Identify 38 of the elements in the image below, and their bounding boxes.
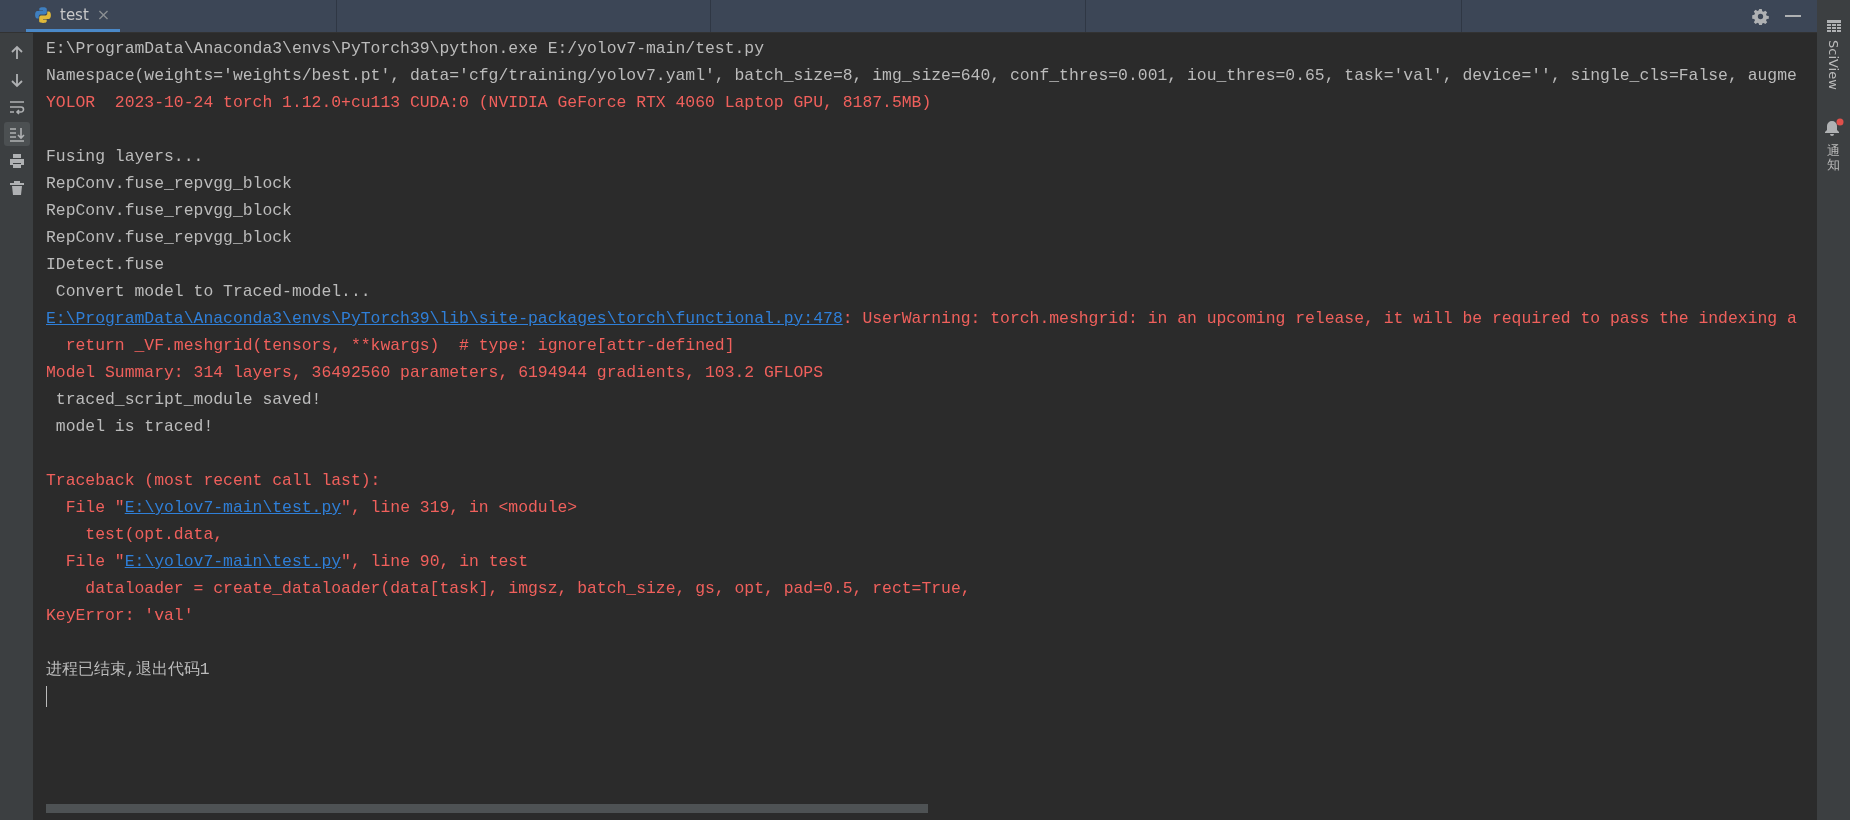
output-text: RepConv.fuse_repvgg_block [46,228,292,247]
error-text: dataloader = create_dataloader(data[task], imgsz, batch_size, gs, opt, pad=0.5, rect=True, [84,579,971,598]
notifications-button[interactable]: 通知 [1823,117,1844,173]
console-tab[interactable]: test × [26,0,121,32]
scroll-to-end-icon[interactable] [3,122,30,146]
output-text: model is traced! [54,417,215,436]
error-text: File " [64,498,125,517]
output-text: traced_script_module saved! [54,390,323,409]
close-tab-button[interactable]: × [96,5,111,24]
bell-icon [1823,117,1844,138]
error-text: Model Summary: 314 layers, 36492560 parameters, 6194944 gradients, 103.2 GFLOPS [46,363,824,382]
error-text: KeyError: 'val' [46,606,194,625]
output-text: IDetect.fuse [46,255,165,274]
output-text: RepConv.fuse_repvgg_block [46,174,292,193]
file-link[interactable]: E:\yolov7-main\test.py [124,552,342,571]
error-text: : UserWarning: torch.meshgrid: in an upcoming release, it will be required to pass the indexing a [842,309,1797,328]
error-text: Traceback (most recent call last): [46,471,381,490]
error-text: YOLOR 2023-10-24 torch 1.12.0+cu113 CUDA:0 (NVIDIA GeForce RTX 4060 Laptop GPU, 8187.5MB) [46,93,932,112]
sciview-button[interactable]: SciView [1826,20,1841,90]
error-text: ", line 90, in test [341,552,528,571]
output-text: Fusing layers... [46,147,205,166]
error-text: test(opt.data, [84,525,224,544]
error-text: File " [64,552,125,571]
output-text: Namespace(weights='weights/best.pt', data='cfg/training/yolov7.yaml', batch_size=8, img_size=640, conf_thres=0.001, iou_thres=0.65, task='val', device='', single_cls=False, augme [46,66,1797,85]
grid-icon [1826,20,1841,34]
text-cursor [46,686,47,708]
python-logo-icon [34,5,52,24]
scrollbar-thumb[interactable] [46,803,928,813]
error-text: ", line 319, in <module> [341,498,578,517]
minimize-icon[interactable] [1785,14,1801,18]
output-text: RepConv.fuse_repvgg_block [46,201,292,220]
output-text: 进程已结束,退出代码1 [46,660,210,679]
error-text: return _VF.meshgrid(tensors, **kwargs) # type: ignore[attr-defined] [64,336,735,355]
settings-icon[interactable] [1752,7,1769,25]
output-text: E:\ProgramData\Anaconda3\envs\PyTorch39\python.exe E:/yolov7-main/test.py [46,39,765,58]
file-link[interactable]: E:\ProgramData\Anaconda3\envs\PyTorch39\lib\site-packages\torch\functional.py:478 [46,309,843,328]
file-link[interactable]: E:\yolov7-main\test.py [124,498,342,517]
output-text: Convert model to Traced-model... [54,282,372,301]
